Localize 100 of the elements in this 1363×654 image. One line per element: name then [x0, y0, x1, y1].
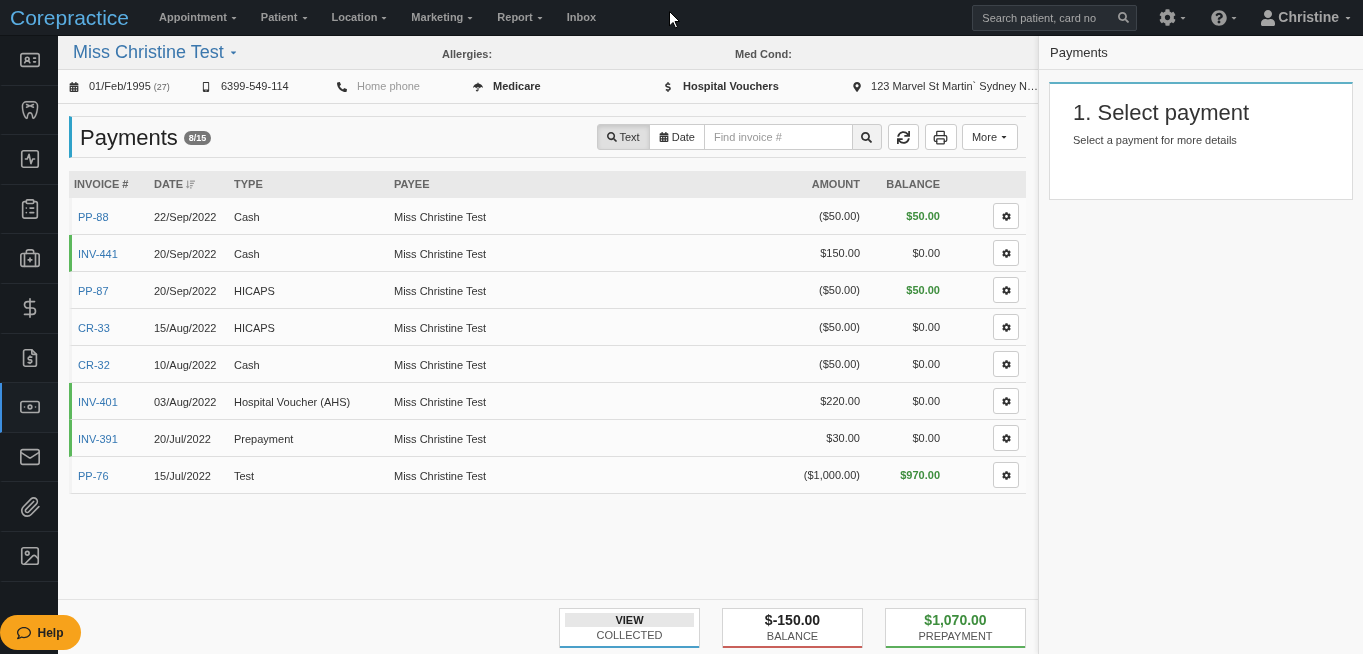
table-cell-text: $0.00: [912, 430, 940, 446]
settings-menu-button[interactable]: [1159, 9, 1188, 26]
nav-menu-link[interactable]: Patient: [252, 9, 317, 26]
patient-name-dropdown[interactable]: Miss Christine Test: [73, 39, 238, 66]
nav-menu-link[interactable]: Appointment: [151, 9, 246, 26]
invoice-link[interactable]: PP-76: [78, 470, 109, 482]
help-menu-button[interactable]: [1211, 9, 1239, 26]
mouse-pointer-icon: [669, 11, 680, 29]
patient-search-field[interactable]: Search patient, card no: [972, 4, 1138, 31]
settings-icon: [1001, 285, 1011, 295]
search-mode-tab[interactable]: Text: [596, 124, 650, 150]
table-cell-text: $30.00: [826, 430, 860, 446]
invoice-search-field[interactable]: Find invoice #: [703, 124, 853, 150]
search-mode-tab[interactable]: Date: [648, 124, 705, 150]
table-cell: Miss Christine Test: [394, 322, 487, 334]
sidebar-button[interactable]: [0, 383, 58, 433]
caret-icon: [228, 48, 238, 57]
search-icon: [861, 131, 873, 143]
table-cell: Miss Christine Test: [394, 248, 487, 260]
invoice-link[interactable]: CR-33: [78, 322, 110, 334]
table-cell-text: $150.00: [820, 245, 860, 261]
table-row[interactable]: INV-391 20/Jul/2022 Prepayment Miss Christine Test $30.00 $0.00: [69, 420, 1026, 457]
settings-icon: [1001, 211, 1011, 221]
row-settings-button[interactable]: [993, 462, 1019, 488]
empty-state-heading: 1. Select payment: [1073, 100, 1251, 126]
summary-caption: COLLECTED: [596, 628, 663, 642]
table-cell: Cash: [234, 359, 260, 371]
column-header[interactable]: BALANCE: [886, 176, 940, 193]
nav-menu-link[interactable]: Report: [489, 9, 552, 26]
table-cell: 03/Aug/2022: [154, 396, 217, 408]
refresh-button[interactable]: [887, 124, 919, 150]
column-header[interactable]: DATE: [154, 176, 196, 193]
row-settings-button[interactable]: [993, 277, 1019, 303]
refresh-icon: [896, 130, 910, 144]
settings-icon: [1001, 433, 1011, 443]
table-row[interactable]: CR-32 10/Aug/2022 Cash Miss Christine Test ($50.00) $0.00: [69, 346, 1026, 383]
table-cell-text: $0.00: [912, 319, 940, 335]
invoice-link[interactable]: INV-441: [78, 248, 118, 260]
app-logo[interactable]: Corepractice: [10, 7, 151, 28]
row-settings-button[interactable]: [993, 240, 1019, 266]
table-cell: Miss Christine Test: [394, 211, 487, 223]
invoice-link[interactable]: PP-87: [78, 285, 109, 297]
image-icon: [19, 545, 41, 568]
paperclip-icon: [19, 495, 41, 518]
table-row[interactable]: PP-87 20/Sep/2022 HICAPS Miss Christine Test ($50.00) $50.00: [69, 272, 1026, 309]
count-badge: 8/15: [183, 131, 212, 145]
table-row[interactable]: INV-441 20/Sep/2022 Cash Miss Christine Test $150.00 $0.00: [69, 235, 1026, 272]
row-settings-button[interactable]: [993, 351, 1019, 377]
patient-detail-text: Home phone: [357, 79, 420, 95]
table-row[interactable]: INV-401 03/Aug/2022 Hospital Voucher (AHS) Miss Christine Test $220.00 $0.00: [69, 383, 1026, 420]
nav-menu-link[interactable]: Inbox: [558, 9, 605, 26]
nav-menu-link[interactable]: Location: [323, 9, 397, 26]
printer-icon: [933, 129, 949, 145]
row-settings-button[interactable]: [993, 314, 1019, 340]
search-icon: [606, 132, 617, 142]
column-header[interactable]: AMOUNT: [811, 176, 860, 193]
table-cell: Miss Christine Test: [394, 396, 487, 408]
table-cell: HICAPS: [234, 322, 275, 334]
help-button[interactable]: Help: [0, 615, 81, 650]
payments-title: Payments: [80, 123, 178, 152]
table-cell: Prepayment: [234, 433, 294, 445]
invoice-link[interactable]: CR-32: [78, 359, 110, 371]
settings-icon: [1001, 322, 1011, 332]
mobile-phone-icon: [201, 81, 211, 92]
user-icon: [1260, 9, 1277, 26]
view-button[interactable]: VIEW: [565, 613, 694, 627]
user-menu-button[interactable]: Christine: [1260, 7, 1352, 28]
table-row[interactable]: PP-88 22/Sep/2022 Cash Miss Christine Test ($50.00) $50.00: [69, 198, 1026, 235]
table-cell-text: $0.00: [912, 393, 940, 409]
table-cell: Cash: [234, 211, 260, 223]
row-settings-button[interactable]: [993, 388, 1019, 414]
table-cell-text: $50.00: [906, 282, 940, 298]
field-label: Allergies:: [442, 47, 493, 60]
invoice-link[interactable]: PP-88: [78, 211, 109, 223]
table-cell-text: ($50.00): [819, 282, 860, 298]
nav-menu-link[interactable]: Marketing: [403, 9, 483, 26]
more-dropdown-button[interactable]: More: [961, 124, 1018, 150]
row-settings-button[interactable]: [993, 203, 1019, 229]
calendar-icon: [658, 132, 669, 142]
table-cell: Hospital Voucher (AHS): [234, 396, 351, 408]
clipboard-icon: [19, 198, 41, 221]
invoice-link[interactable]: INV-401: [78, 396, 118, 408]
settings-icon: [1001, 470, 1011, 480]
search-button[interactable]: [851, 124, 882, 150]
summary-value: $1,070.00: [924, 613, 987, 628]
column-header[interactable]: INVOICE #: [74, 176, 129, 193]
empty-state-hint: Select a payment for more details: [1073, 133, 1238, 148]
row-settings-button[interactable]: [993, 425, 1019, 451]
table-row[interactable]: PP-76 15/Jul/2022 Test Miss Christine Test ($1,000.00) $970.00: [69, 457, 1026, 494]
table-row[interactable]: CR-33 15/Aug/2022 HICAPS Miss Christine Test ($50.00) $0.00: [69, 309, 1026, 346]
settings-icon: [1001, 359, 1011, 369]
column-header[interactable]: PAYEE: [394, 176, 430, 193]
column-header[interactable]: TYPE: [234, 176, 263, 193]
table-cell: 15/Jul/2022: [154, 470, 211, 482]
table-cell: 22/Sep/2022: [154, 211, 217, 223]
invoice-link[interactable]: INV-391: [78, 433, 118, 445]
table-cell-text: $220.00: [820, 393, 860, 409]
print-button[interactable]: [924, 124, 957, 150]
patient-detail-text: Hospital Vouchers: [683, 79, 779, 95]
table-cell-text: ($50.00): [819, 208, 860, 224]
